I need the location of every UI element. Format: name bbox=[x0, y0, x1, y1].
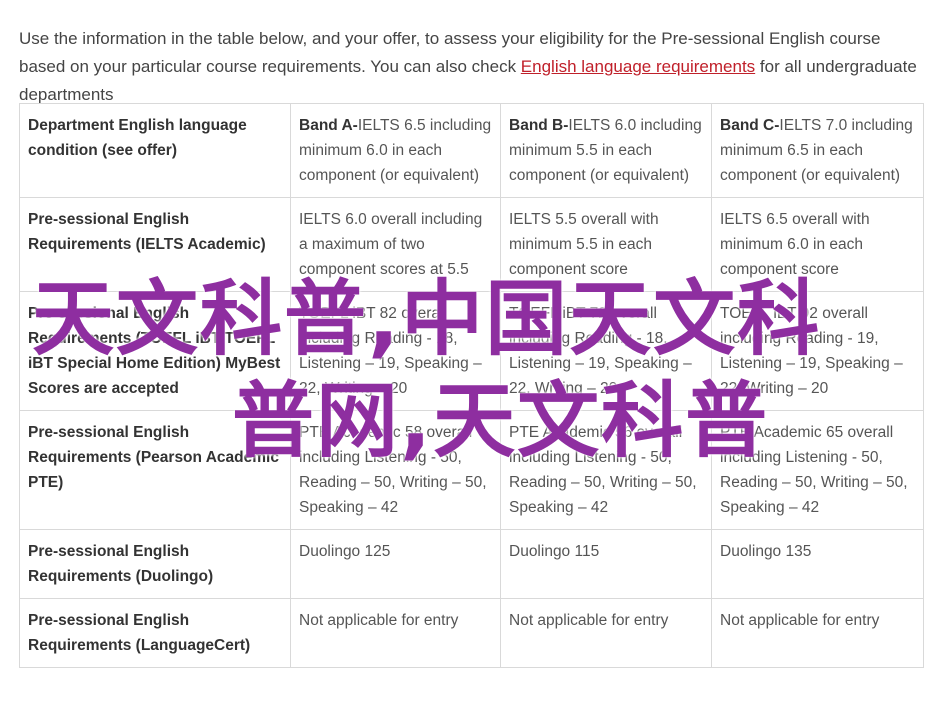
band-name: Band A- bbox=[299, 117, 358, 134]
table-header-row: Department English language condition (s… bbox=[19, 103, 924, 198]
table-row: Pre-sessional English Requirements (Lang… bbox=[19, 598, 924, 668]
watermark-line-1: 天文科普,中国天文科 bbox=[32, 272, 822, 367]
band-b-cell: Band B-IELTS 6.0 including minimum 5.5 i… bbox=[500, 103, 712, 198]
table-cell: Duolingo 135 bbox=[711, 529, 924, 599]
band-name: Band B- bbox=[509, 117, 569, 134]
band-c-cell: Band C-IELTS 7.0 including minimum 6.5 i… bbox=[711, 103, 924, 198]
table-cell: Not applicable for entry bbox=[290, 598, 501, 668]
header-label-cell: Department English language condition (s… bbox=[19, 103, 291, 198]
row-label-cell: Pre-sessional English Requirements (Lang… bbox=[19, 598, 291, 668]
band-a-cell: Band A-IELTS 6.5 including minimum 6.0 i… bbox=[290, 103, 501, 198]
intro-paragraph: Use the information in the table below, … bbox=[19, 25, 929, 109]
table-row: Pre-sessional English Requirements (Duol… bbox=[19, 529, 924, 599]
table-cell: Not applicable for entry bbox=[500, 598, 712, 668]
table-cell: Duolingo 125 bbox=[290, 529, 501, 599]
watermark-line-2: 普网,天文科普 bbox=[232, 374, 770, 469]
band-name: Band C- bbox=[720, 117, 780, 134]
table-cell: Not applicable for entry bbox=[711, 598, 924, 668]
row-label-cell: Pre-sessional English Requirements (Duol… bbox=[19, 529, 291, 599]
english-language-requirements-link[interactable]: English language requirements bbox=[521, 57, 755, 76]
table-cell: Duolingo 115 bbox=[500, 529, 712, 599]
